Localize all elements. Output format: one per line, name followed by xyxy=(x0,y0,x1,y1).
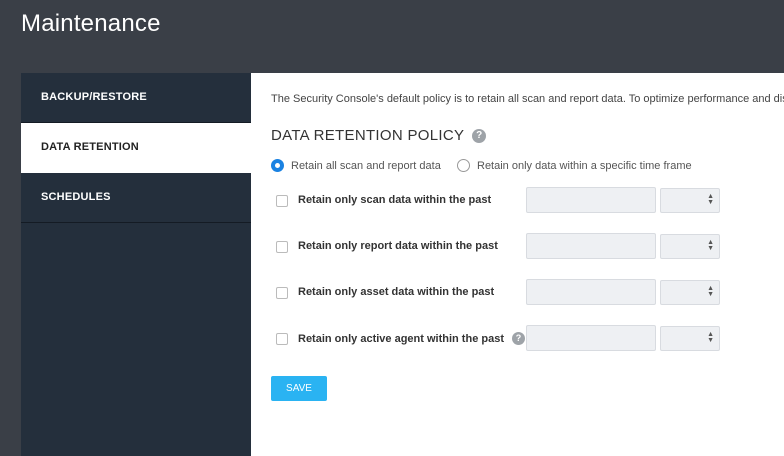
sidebar-item-backup-restore[interactable]: BACKUP/RESTORE xyxy=(21,73,251,123)
scan-data-unit-select[interactable]: ▲ ▼ xyxy=(660,188,720,213)
radio-button[interactable] xyxy=(457,159,470,172)
asset-data-checkbox[interactable] xyxy=(276,287,288,299)
option-label: Retain only scan data within the past xyxy=(298,194,492,206)
save-button[interactable]: SAVE xyxy=(271,376,327,401)
radio-label: Retain only data within a specific time … xyxy=(477,159,692,172)
asset-data-duration-input[interactable] xyxy=(526,279,656,305)
report-data-unit-select[interactable]: ▲ ▼ xyxy=(660,234,720,259)
report-data-checkbox[interactable] xyxy=(276,241,288,253)
intro-text: The Security Console's default policy is… xyxy=(271,93,784,105)
question-circle-icon[interactable]: ? xyxy=(472,128,487,143)
radio-label: Retain all scan and report data xyxy=(291,159,441,172)
asset-data-unit-select[interactable]: ▲ ▼ xyxy=(660,280,720,305)
select-arrows-icon: ▲ ▼ xyxy=(707,239,714,252)
sidebar-item-data-retention[interactable]: DATA RETENTION xyxy=(21,123,251,173)
question-circle-icon[interactable]: ? xyxy=(511,332,525,345)
radio-retain-timeframe[interactable]: Retain only data within a specific time … xyxy=(457,159,692,172)
active-agent-unit-select[interactable]: ▲ ▼ xyxy=(660,326,720,351)
option-label: Retain only report data within the past xyxy=(298,240,498,252)
select-arrows-icon: ▲ ▼ xyxy=(707,285,714,298)
select-arrows-icon: ▲ ▼ xyxy=(707,193,714,206)
option-label: Retain only active agent within the past xyxy=(298,332,504,345)
active-agent-duration-input[interactable] xyxy=(526,325,656,351)
main-content: The Security Console's default policy is… xyxy=(251,73,784,456)
retention-option-row: Retain only asset data within the past ▲… xyxy=(276,279,726,305)
active-agent-checkbox[interactable] xyxy=(276,333,288,345)
retention-option-row: Retain only scan data within the past ▲ ▼ xyxy=(276,187,726,213)
section-title: DATA RETENTION POLICY ? xyxy=(271,127,487,144)
report-data-duration-input[interactable] xyxy=(526,233,656,259)
retention-option-row: Retain only active agent within the past… xyxy=(276,325,726,351)
option-label-with-help: Retain only active agent within the past… xyxy=(298,332,525,345)
scan-data-duration-input[interactable] xyxy=(526,187,656,213)
sidebar: BACKUP/RESTORE DATA RETENTION SCHEDULES xyxy=(21,73,251,456)
sidebar-item-schedules[interactable]: SCHEDULES xyxy=(21,173,251,223)
option-label: Retain only asset data within the past xyxy=(298,286,495,298)
radio-retain-all[interactable]: Retain all scan and report data xyxy=(271,159,441,172)
section-title-text: DATA RETENTION POLICY xyxy=(271,127,465,144)
radio-button-checked[interactable] xyxy=(271,159,284,172)
retention-option-row: Retain only report data within the past … xyxy=(276,233,726,259)
page-title: Maintenance xyxy=(21,10,161,37)
scan-data-checkbox[interactable] xyxy=(276,195,288,207)
select-arrows-icon: ▲ ▼ xyxy=(707,331,714,344)
